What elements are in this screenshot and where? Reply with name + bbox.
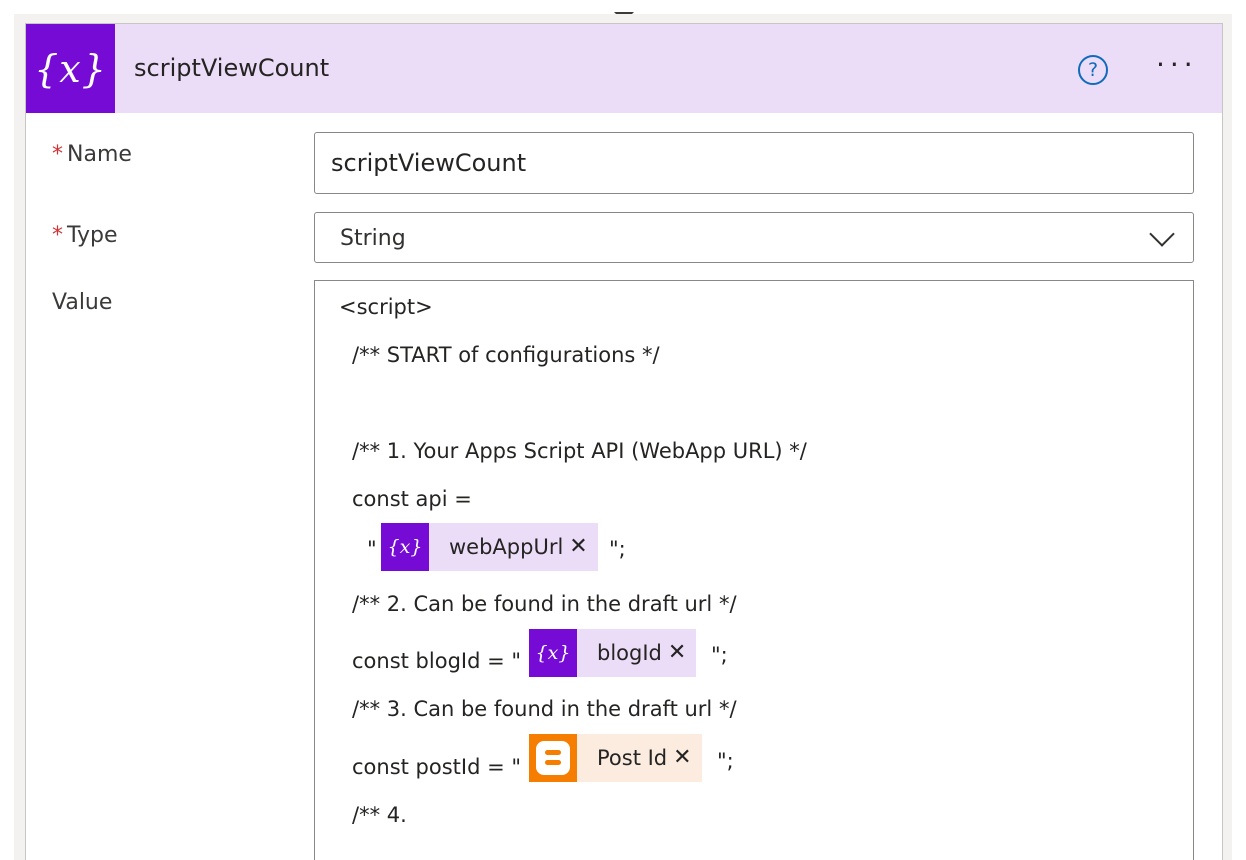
token-post-id[interactable]: Post Id ✕	[529, 734, 702, 782]
card-title[interactable]: scriptViewCount	[134, 24, 329, 113]
variable-icon: {𝑥}	[529, 629, 577, 677]
token-label: Post Id	[597, 746, 668, 770]
token-label: webAppUrl	[449, 535, 564, 559]
code-line[interactable]: /** 2. Can be found in the draft url */	[352, 592, 737, 616]
help-icon[interactable]: ?	[1078, 55, 1108, 85]
variable-icon: {𝑥}	[26, 24, 115, 113]
value-label: Value	[52, 290, 113, 315]
token-web-app-url[interactable]: {𝑥} webAppUrl ✕	[381, 523, 598, 571]
token-label: blogId	[597, 641, 662, 665]
type-label: * Type	[52, 223, 118, 248]
type-selected-value: String	[340, 226, 406, 251]
blogger-icon	[529, 734, 577, 782]
close-icon[interactable]: ✕	[569, 523, 597, 571]
code-line[interactable]: "	[367, 537, 377, 561]
code-line[interactable]: /** 3. Can be found in the draft url */	[352, 697, 737, 721]
code-line[interactable]: const api =	[352, 487, 472, 511]
type-dropdown[interactable]: String	[314, 212, 1194, 263]
initialize-variable-card: {𝑥} scriptViewCount ? ··· *Name *Type St…	[25, 23, 1223, 860]
close-icon[interactable]: ✕	[673, 734, 701, 782]
code-line[interactable]: /** 4.	[352, 803, 407, 827]
code-line[interactable]: const postId = "	[352, 755, 521, 779]
code-line[interactable]: const blogId = "	[352, 649, 521, 673]
code-line[interactable]: /** 1. Your Apps Script API (WebApp URL)…	[352, 439, 807, 463]
name-input[interactable]	[314, 132, 1194, 194]
code-line[interactable]: ";	[609, 537, 626, 561]
more-options-icon[interactable]: ···	[1156, 50, 1198, 80]
required-mark: *	[52, 142, 63, 167]
variable-icon: {𝑥}	[381, 523, 429, 571]
code-line[interactable]: /** START of configurations */	[352, 343, 660, 367]
type-label-text: Type	[67, 223, 118, 248]
code-line[interactable]: <script>	[339, 295, 433, 319]
code-line[interactable]: ";	[711, 643, 728, 667]
name-label: * Name	[52, 142, 132, 167]
code-line[interactable]: ";	[717, 749, 734, 773]
chevron-down-icon	[1149, 221, 1175, 247]
blogger-logo	[536, 741, 570, 775]
name-label-text: Name	[67, 142, 132, 167]
required-mark: *	[52, 223, 63, 248]
token-blog-id[interactable]: {𝑥} blogId ✕	[529, 629, 697, 677]
value-editor[interactable]: <script> /** START of configurations */ …	[314, 280, 1194, 860]
close-icon[interactable]: ✕	[668, 629, 696, 677]
card-header[interactable]: {𝑥} scriptViewCount ? ···	[26, 24, 1222, 113]
